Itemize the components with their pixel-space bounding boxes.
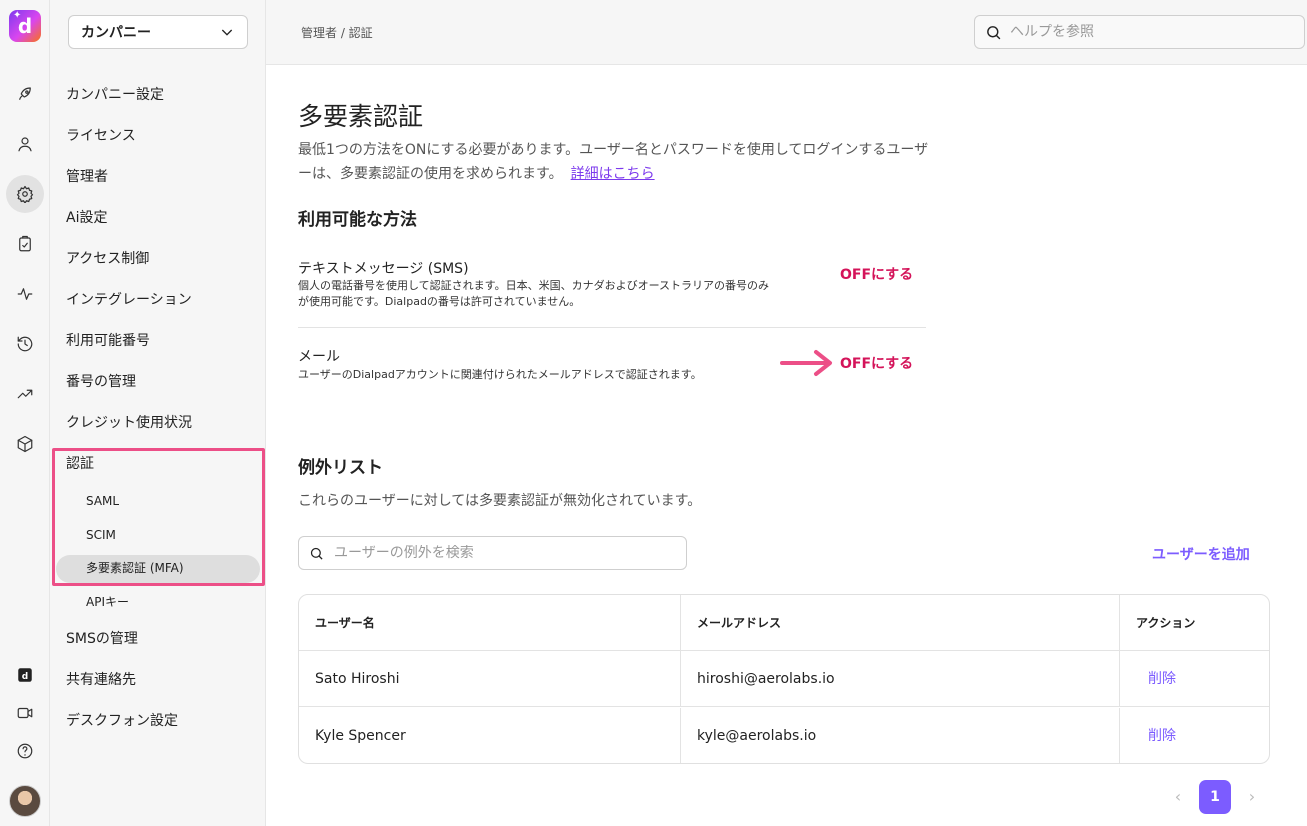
dialpad-logo[interactable]: ✦ d	[9, 10, 41, 42]
methods-heading: 利用可能な方法	[298, 210, 417, 230]
email-off-button[interactable]: OFFにする	[840, 353, 913, 373]
clipboard-icon[interactable]	[9, 228, 41, 260]
sidebar-item-credit-usage[interactable]: クレジット使用状況	[66, 412, 192, 434]
delete-button[interactable]: 削除	[1120, 651, 1269, 707]
row-username: Kyle Spencer	[299, 708, 681, 763]
history-icon[interactable]	[9, 328, 41, 360]
help-search-input[interactable]	[1010, 24, 1290, 40]
pagination-next-button[interactable]: ›	[1240, 780, 1264, 814]
row-email: kyle@aerolabs.io	[681, 708, 1120, 763]
sidebar-item-ai-settings[interactable]: Ai設定	[66, 207, 107, 229]
top-bar: 管理者 / 認証	[266, 0, 1307, 65]
column-header-username: ユーザー名	[299, 595, 681, 651]
method-sms-title: テキストメッセージ (SMS)	[298, 261, 469, 277]
sidebar-item-deskphone-settings[interactable]: デスクフォン設定	[66, 710, 178, 732]
user-icon[interactable]	[9, 128, 41, 160]
video-icon[interactable]	[9, 697, 41, 729]
icon-rail: ✦ d d	[0, 0, 50, 826]
settings-sidebar: カンパニー カンパニー設定 ライセンス 管理者 Ai設定 アクセス制御 インテグ…	[50, 0, 266, 826]
page-description: 最低1つの方法をONにする必要があります。ユーザー名とパスワードを使用してログイ…	[298, 138, 938, 186]
exception-search[interactable]	[298, 536, 687, 570]
divider	[298, 327, 926, 328]
arrow-annotation-icon	[780, 350, 832, 376]
svg-text:d: d	[22, 672, 28, 682]
activity-icon[interactable]	[9, 278, 41, 310]
sidebar-item-integrations[interactable]: インテグレーション	[66, 289, 192, 311]
avatar[interactable]	[9, 785, 41, 817]
add-user-button[interactable]: ユーザーを追加	[1152, 544, 1250, 564]
pagination-page-1[interactable]: 1	[1199, 780, 1231, 814]
chevron-down-icon	[221, 29, 233, 36]
delete-button[interactable]: 削除	[1120, 708, 1269, 763]
sidebar-item-admins[interactable]: 管理者	[66, 166, 108, 188]
sidebar-item-sms-management[interactable]: SMSの管理	[66, 628, 138, 650]
sidebar-item-company-settings[interactable]: カンパニー設定	[66, 84, 164, 106]
rocket-icon[interactable]	[9, 78, 41, 110]
main-content: 多要素認証 最低1つの方法をONにする必要があります。ユーザー名とパスワードを使…	[266, 65, 1307, 826]
sidebar-item-available-numbers[interactable]: 利用可能番号	[66, 330, 150, 352]
trending-icon[interactable]	[9, 378, 41, 410]
help-icon[interactable]	[9, 735, 41, 767]
method-email-description: ユーザーのDialpadアカウントに関連付けられたメールアドレスで認証されます。	[298, 368, 702, 381]
page-title: 多要素認証	[298, 102, 424, 131]
sidebar-item-access-control[interactable]: アクセス制御	[66, 248, 149, 270]
company-selector[interactable]: カンパニー	[68, 15, 248, 49]
sidebar-subitem-api-keys[interactable]: APIキー	[86, 592, 129, 612]
exception-search-input[interactable]	[334, 545, 664, 561]
pagination-prev-button[interactable]: ‹	[1166, 780, 1190, 814]
sparkle-icon: ✦	[13, 10, 22, 21]
cube-icon[interactable]	[9, 428, 41, 460]
method-email-title: メール	[298, 349, 340, 365]
row-username: Sato Hiroshi	[299, 651, 681, 707]
exceptions-description: これらのユーザーに対しては多要素認証が無効化されています。	[298, 493, 702, 509]
column-header-email: メールアドレス	[681, 595, 1120, 651]
highlight-annotation-box	[52, 448, 265, 586]
company-selector-label: カンパニー	[81, 25, 151, 41]
breadcrumb[interactable]: 管理者 / 認証	[301, 24, 373, 41]
table-header-row: ユーザー名 メールアドレス アクション	[299, 595, 1269, 651]
sms-off-button[interactable]: OFFにする	[840, 264, 913, 284]
help-search[interactable]	[974, 15, 1305, 49]
table-row: Sato Hiroshi hiroshi@aerolabs.io 削除	[299, 651, 1269, 707]
settings-gear-icon[interactable]	[6, 175, 44, 213]
dialpad-app-icon[interactable]: d	[9, 659, 41, 691]
exceptions-table: ユーザー名 メールアドレス アクション Sato Hiroshi hiroshi…	[298, 594, 1270, 764]
table-row: Kyle Spencer kyle@aerolabs.io 削除	[299, 708, 1269, 763]
row-email: hiroshi@aerolabs.io	[681, 651, 1120, 707]
sidebar-item-licenses[interactable]: ライセンス	[66, 125, 136, 147]
sidebar-item-shared-contacts[interactable]: 共有連絡先	[66, 669, 136, 691]
method-sms-description: 個人の電話番号を使用して認証されます。日本、米国、カナダおよびオーストラリアの番…	[298, 279, 770, 308]
search-icon	[987, 25, 1001, 39]
sidebar-item-number-management[interactable]: 番号の管理	[66, 371, 136, 393]
column-header-action: アクション	[1136, 616, 1196, 630]
search-icon	[310, 547, 323, 560]
learn-more-link[interactable]: 詳細はこちら	[571, 166, 655, 182]
exceptions-heading: 例外リスト	[298, 458, 383, 478]
